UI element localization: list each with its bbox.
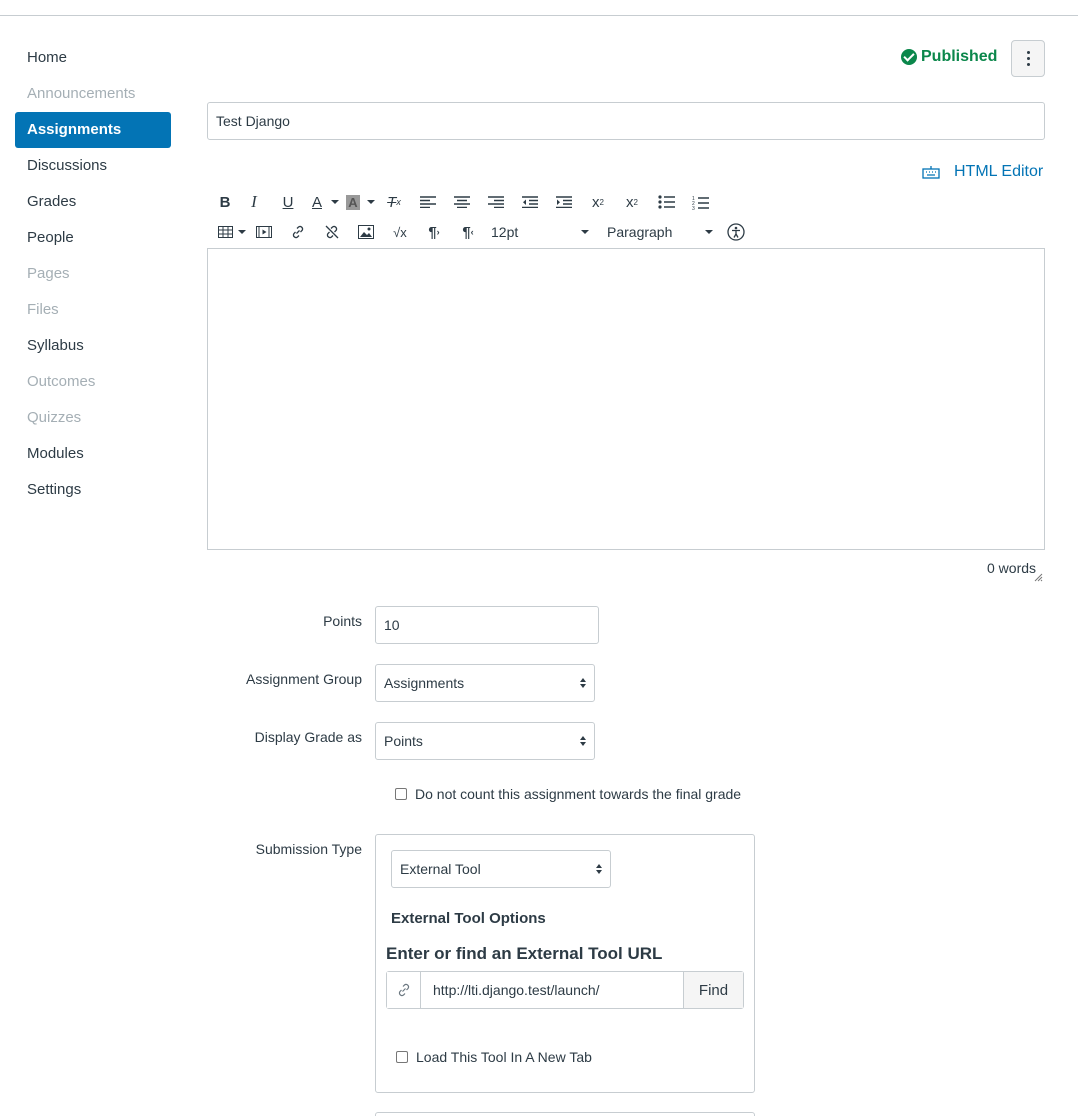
nav-item-settings[interactable]: Settings xyxy=(15,472,171,508)
submission-type-value: External Tool xyxy=(400,861,481,877)
display-grade-label: Display Grade as xyxy=(254,729,362,745)
unlink-icon[interactable] xyxy=(315,220,349,244)
equation-icon[interactable]: √x xyxy=(383,220,417,244)
omit-from-final-grade-row: Do not count this assignment towards the… xyxy=(395,786,741,802)
nav-item-modules[interactable]: Modules xyxy=(15,436,171,472)
table-dropdown[interactable] xyxy=(237,220,247,244)
keyboard-icon xyxy=(922,166,940,179)
external-tool-url-input[interactable]: http://lti.django.test/launch/ xyxy=(421,972,683,1008)
published-status[interactable]: Published xyxy=(901,47,997,67)
nav-item-assignments[interactable]: Assignments xyxy=(15,112,171,148)
nav-item-announcements[interactable]: Announcements xyxy=(15,76,171,112)
load-new-tab-row: Load This Tool In A New Tab xyxy=(396,1049,592,1065)
numbered-list-button[interactable]: 123 xyxy=(683,190,717,214)
align-center-button[interactable] xyxy=(445,190,479,214)
rich-content-editor[interactable] xyxy=(207,248,1045,550)
text-color-button[interactable]: A xyxy=(305,190,329,214)
points-label: Points xyxy=(323,613,362,629)
nav-item-discussions[interactable]: Discussions xyxy=(15,148,171,184)
align-right-button[interactable] xyxy=(479,190,513,214)
published-label: Published xyxy=(921,48,998,65)
italic-button[interactable]: I xyxy=(237,190,271,214)
accessibility-checker-icon[interactable] xyxy=(721,220,751,244)
block-format-select[interactable]: Paragraph xyxy=(601,220,717,244)
find-button[interactable]: Find xyxy=(683,972,743,1008)
nav-item-people[interactable]: People xyxy=(15,220,171,256)
background-color-dropdown[interactable] xyxy=(365,190,377,214)
block-format-value: Paragraph xyxy=(607,224,673,240)
font-size-select[interactable]: 12pt xyxy=(485,220,593,244)
html-editor-toggle[interactable]: HTML Editor xyxy=(922,163,1043,181)
indent-button[interactable] xyxy=(547,190,581,214)
underline-button[interactable]: U xyxy=(271,190,305,214)
background-color-button[interactable]: A xyxy=(341,190,365,214)
nav-item-home[interactable]: Home xyxy=(15,40,171,76)
omit-from-final-grade-checkbox[interactable] xyxy=(395,788,407,800)
nav-item-syllabus[interactable]: Syllabus xyxy=(15,328,171,364)
ltr-paragraph-icon[interactable]: ¶ › xyxy=(417,220,451,244)
clear-formatting-button[interactable]: Tx xyxy=(377,190,411,214)
image-icon[interactable] xyxy=(349,220,383,244)
select-arrows-icon xyxy=(596,864,602,874)
load-new-tab-label: Load This Tool In A New Tab xyxy=(416,1049,592,1065)
rtl-paragraph-icon[interactable]: ¶ ‹ xyxy=(451,220,485,244)
assignment-group-label: Assignment Group xyxy=(246,671,362,687)
link-icon[interactable] xyxy=(281,220,315,244)
outdent-button[interactable] xyxy=(513,190,547,214)
assignment-group-value: Assignments xyxy=(384,675,465,691)
external-tool-url-group: http://lti.django.test/launch/ Find xyxy=(386,971,744,1009)
bullet-list-button[interactable] xyxy=(649,190,683,214)
superscript-button[interactable]: x2 xyxy=(581,190,615,214)
text-color-dropdown[interactable] xyxy=(329,190,341,214)
chevron-down-icon xyxy=(705,230,713,234)
table-icon[interactable] xyxy=(213,220,237,244)
select-arrows-icon xyxy=(580,736,586,746)
word-count: 0 words xyxy=(987,560,1037,576)
align-left-button[interactable] xyxy=(411,190,445,214)
display-grade-value: Points xyxy=(384,733,423,749)
load-new-tab-checkbox[interactable] xyxy=(396,1051,408,1063)
subscript-button[interactable]: x2 xyxy=(615,190,649,214)
bold-button[interactable]: B xyxy=(213,190,237,214)
link-icon xyxy=(387,972,421,1008)
kebab-menu-button[interactable] xyxy=(1011,40,1045,77)
nav-item-grades[interactable]: Grades xyxy=(15,184,171,220)
submission-type-label: Submission Type xyxy=(255,841,362,857)
display-grade-select[interactable]: Points xyxy=(375,722,595,760)
editor-toolbar-row-2: √x ¶ › ¶ ‹ 12pt Paragraph xyxy=(213,220,751,244)
assignment-group-select[interactable]: Assignments xyxy=(375,664,595,702)
external-tool-options-heading: External Tool Options xyxy=(391,910,546,927)
omit-from-final-grade-label: Do not count this assignment towards the… xyxy=(415,786,742,802)
course-nav: Home Announcements Assignments Discussio… xyxy=(15,40,171,508)
nav-item-quizzes[interactable]: Quizzes xyxy=(15,400,171,436)
nav-item-outcomes[interactable]: Outcomes xyxy=(15,364,171,400)
font-size-value: 12pt xyxy=(491,224,519,240)
points-input[interactable] xyxy=(375,606,599,644)
select-arrows-icon xyxy=(580,678,586,688)
nav-item-files[interactable]: Files xyxy=(15,292,171,328)
html-editor-label: HTML Editor xyxy=(954,163,1044,180)
chevron-down-icon xyxy=(581,230,589,234)
svg-text:3: 3 xyxy=(692,206,695,210)
external-tool-url-heading: Enter or find an External Tool URL xyxy=(386,944,663,963)
check-circle-icon xyxy=(901,49,917,65)
media-icon[interactable] xyxy=(247,220,281,244)
nav-item-pages[interactable]: Pages xyxy=(15,256,171,292)
assignment-title-input[interactable] xyxy=(207,102,1045,140)
editor-toolbar-row-1: B I U A A Tx x2 x2 123 xyxy=(213,190,717,214)
submission-type-select[interactable]: External Tool xyxy=(391,850,611,888)
next-section-panel xyxy=(375,1112,755,1116)
top-divider xyxy=(0,15,1078,16)
resize-handle-icon[interactable] xyxy=(1034,573,1043,582)
